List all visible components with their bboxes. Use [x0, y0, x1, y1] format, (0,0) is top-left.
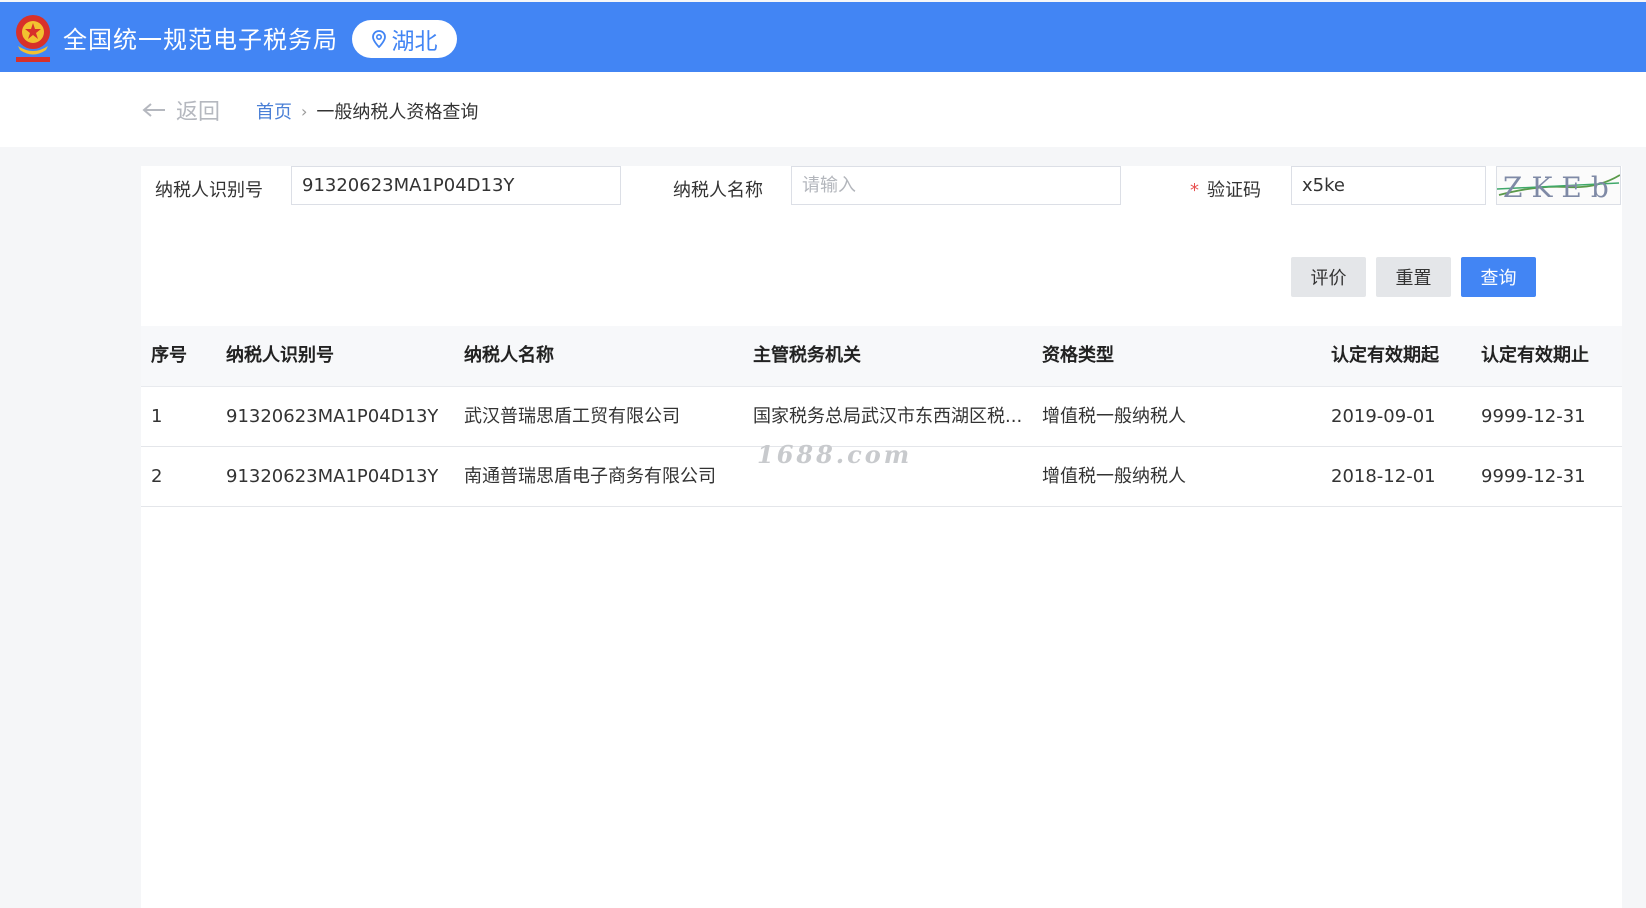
row-tax-authority: 国家税务总局武汉市东西湖区税... — [753, 406, 1023, 427]
site-title: 全国统一规范电子税务局 — [63, 26, 338, 54]
column-header-valid-from: 认定有效期起 — [1331, 345, 1439, 366]
row-index: 1 — [151, 406, 163, 427]
column-header-taxpayer-name: 纳税人名称 — [464, 345, 554, 366]
taxpayer-id-label: 纳税人识别号 — [155, 180, 263, 201]
evaluate-button[interactable]: 评价 — [1291, 257, 1366, 297]
captcha-image[interactable]: ZKEb — [1496, 166, 1621, 205]
row-qualification-type: 增值税一般纳税人 — [1042, 406, 1186, 427]
region-selector[interactable]: 湖北 — [352, 20, 457, 58]
row-valid-from: 2019-09-01 — [1331, 406, 1436, 427]
table-header-row: 序号 纳税人识别号 纳税人名称 主管税务机关 资格类型 认定有效期起 认定有效期… — [141, 326, 1622, 387]
breadcrumb-current: 一般纳税人资格查询 — [316, 102, 479, 123]
query-button[interactable]: 查询 — [1461, 257, 1536, 297]
row-valid-from: 2018-12-01 — [1331, 466, 1436, 487]
table-row: 1 91320623MA1P04D13Y 武汉普瑞思盾工贸有限公司 国家税务总局… — [141, 387, 1622, 447]
row-valid-to: 9999-12-31 — [1481, 406, 1586, 427]
taxpayer-name-label: 纳税人名称 — [673, 180, 763, 201]
watermark: 1688.com — [757, 440, 913, 469]
taxpayer-id-input[interactable] — [291, 166, 621, 205]
location-pin-icon — [371, 30, 386, 48]
back-button[interactable]: 返回 — [142, 94, 220, 126]
captcha-input[interactable] — [1291, 166, 1486, 205]
column-header-taxpayer-id: 纳税人识别号 — [226, 345, 334, 366]
captcha-image-text: ZKEb — [1503, 171, 1618, 204]
tax-emblem-icon — [16, 15, 50, 62]
column-header-index: 序号 — [151, 345, 187, 366]
breadcrumb-home-link[interactable]: 首页 — [256, 98, 292, 124]
taxpayer-name-input[interactable] — [791, 166, 1121, 205]
row-qualification-type: 增值税一般纳税人 — [1042, 466, 1186, 487]
back-label: 返回 — [176, 100, 221, 125]
captcha-label-text: 验证码 — [1207, 180, 1261, 201]
column-header-tax-authority: 主管税务机关 — [753, 345, 861, 366]
row-valid-to: 9999-12-31 — [1481, 466, 1586, 487]
column-header-qualification-type: 资格类型 — [1042, 345, 1114, 366]
results-table: 序号 纳税人识别号 纳税人名称 主管税务机关 资格类型 认定有效期起 认定有效期… — [141, 326, 1622, 507]
row-taxpayer-name: 南通普瑞思盾电子商务有限公司 — [464, 466, 716, 487]
column-header-valid-to: 认定有效期止 — [1481, 345, 1589, 366]
nav-bar: 返回 首页 › 一般纳税人资格查询 — [0, 72, 1646, 147]
reset-button[interactable]: 重置 — [1376, 257, 1451, 297]
required-mark: * — [1190, 180, 1199, 201]
captcha-label: * 验证码 — [1190, 176, 1261, 202]
row-taxpayer-name: 武汉普瑞思盾工贸有限公司 — [464, 406, 680, 427]
row-taxpayer-id: 91320623MA1P04D13Y — [226, 406, 439, 427]
breadcrumb: 首页 › 一般纳税人资格查询 — [256, 98, 478, 124]
arrow-left-icon — [142, 103, 165, 117]
breadcrumb-separator-icon: › — [301, 101, 308, 121]
row-taxpayer-id: 91320623MA1P04D13Y — [226, 466, 439, 487]
captcha-graphic: ZKEb — [1497, 171, 1620, 204]
top-bar: 全国统一规范电子税务局 湖北 — [0, 2, 1646, 72]
region-label: 湖北 — [391, 29, 438, 55]
row-index: 2 — [151, 466, 163, 487]
